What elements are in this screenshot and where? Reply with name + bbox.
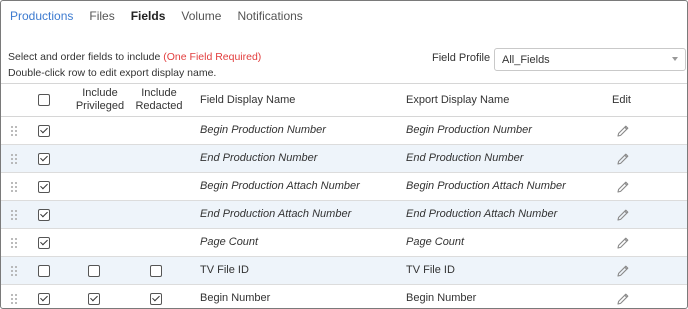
field-profile-label: Field Profile <box>432 52 491 64</box>
export-display-name: Begin Production Attach Number <box>406 180 566 192</box>
pencil-icon[interactable] <box>616 208 630 222</box>
export-display-name: Begin Production Number <box>406 124 532 136</box>
table-row[interactable]: TV File ID TV File ID <box>1 257 687 285</box>
tab-notifications[interactable]: Notifications <box>237 9 302 25</box>
pencil-icon[interactable] <box>616 292 630 306</box>
pencil-icon[interactable] <box>616 264 630 278</box>
pencil-icon[interactable] <box>616 152 630 166</box>
table-body: Begin Production Number Begin Production … <box>1 117 687 308</box>
fields-table: Include Privileged Include Redacted Fiel… <box>1 83 687 308</box>
table-row[interactable]: Begin Production Attach Number Begin Prod… <box>1 173 687 201</box>
col-include-privileged-line2: Privileged <box>75 100 125 112</box>
production-fields-panel: Productions Files Fields Volume Notifica… <box>0 0 688 309</box>
chevron-down-icon <box>672 57 678 61</box>
drag-handle-icon[interactable] <box>11 294 18 304</box>
export-display-name: TV File ID <box>406 264 455 276</box>
pencil-icon[interactable] <box>616 180 630 194</box>
tab-fields[interactable]: Fields <box>131 9 166 25</box>
field-profile-select[interactable]: All_Fields <box>494 48 686 71</box>
col-edit: Edit <box>612 94 631 106</box>
table-row[interactable]: Page Count Page Count <box>1 229 687 257</box>
field-display-name: Begin Production Number <box>200 124 326 136</box>
select-all-checkbox[interactable] <box>38 94 50 106</box>
field-display-name: TV File ID <box>200 264 249 276</box>
instructions: Select and order fields to include (One … <box>8 49 261 81</box>
tab-files[interactable]: Files <box>89 9 114 25</box>
include-privileged-checkbox[interactable] <box>88 293 100 305</box>
col-include-privileged: Include Privileged <box>71 87 129 113</box>
drag-handle-icon[interactable] <box>11 238 18 248</box>
col-field-display-name: Field Display Name <box>200 94 296 106</box>
col-include-privileged-line1: Include <box>82 87 118 99</box>
export-display-name: Page Count <box>406 236 465 248</box>
include-field-checkbox[interactable] <box>38 209 50 221</box>
instructions-line2: Double-click row to edit export display … <box>8 67 217 79</box>
drag-handle-icon[interactable] <box>11 154 18 164</box>
col-export-display-name: Export Display Name <box>406 94 510 106</box>
pencil-icon[interactable] <box>616 124 630 138</box>
drag-handle-icon[interactable] <box>11 182 18 192</box>
include-field-checkbox[interactable] <box>38 265 50 277</box>
include-redacted-checkbox[interactable] <box>150 265 162 277</box>
checkmark-icon <box>152 293 160 302</box>
field-display-name: End Production Attach Number <box>200 208 352 220</box>
pencil-icon[interactable] <box>616 236 630 250</box>
checkmark-icon <box>40 181 48 190</box>
field-profile-value: All_Fields <box>502 54 550 66</box>
drag-handle-icon[interactable] <box>11 126 18 136</box>
instructions-line1: Select and order fields to include <box>8 51 164 63</box>
tab-bar: Productions Files Fields Volume Notifica… <box>10 9 303 25</box>
table-row[interactable]: End Production Number End Production Numb… <box>1 145 687 173</box>
include-field-checkbox[interactable] <box>38 125 50 137</box>
table-row[interactable]: Begin Production Number Begin Production … <box>1 117 687 145</box>
col-include-redacted-line2: Redacted <box>135 100 183 112</box>
checkmark-icon <box>40 209 48 218</box>
export-display-name: End Production Number <box>406 152 524 164</box>
field-display-name: Page Count <box>200 236 259 248</box>
include-field-checkbox[interactable] <box>38 237 50 249</box>
field-display-name: Begin Number <box>200 292 271 304</box>
required-note: (One Field Required) <box>163 51 262 63</box>
field-display-name: Begin Production Attach Number <box>200 180 360 192</box>
checkmark-icon <box>40 237 48 246</box>
col-include-redacted-line1: Include <box>141 87 177 99</box>
include-privileged-checkbox[interactable] <box>88 265 100 277</box>
field-display-name: End Production Number <box>200 152 318 164</box>
checkmark-icon <box>40 153 48 162</box>
include-field-checkbox[interactable] <box>38 293 50 305</box>
checkmark-icon <box>40 293 48 302</box>
table-row[interactable]: Begin Number Begin Number <box>1 285 687 308</box>
include-field-checkbox[interactable] <box>38 153 50 165</box>
export-display-name: Begin Number <box>406 292 477 304</box>
checkmark-icon <box>40 125 48 134</box>
drag-handle-icon[interactable] <box>11 266 18 276</box>
export-display-name: End Production Attach Number <box>406 208 558 220</box>
drag-handle-icon[interactable] <box>11 210 18 220</box>
tab-productions[interactable]: Productions <box>10 9 73 25</box>
table-header: Include Privileged Include Redacted Fiel… <box>1 83 687 117</box>
tab-volume[interactable]: Volume <box>181 9 221 25</box>
include-field-checkbox[interactable] <box>38 181 50 193</box>
checkmark-icon <box>90 293 98 302</box>
col-include-redacted: Include Redacted <box>133 87 185 113</box>
table-row[interactable]: End Production Attach Number End Producti… <box>1 201 687 229</box>
include-redacted-checkbox[interactable] <box>150 293 162 305</box>
